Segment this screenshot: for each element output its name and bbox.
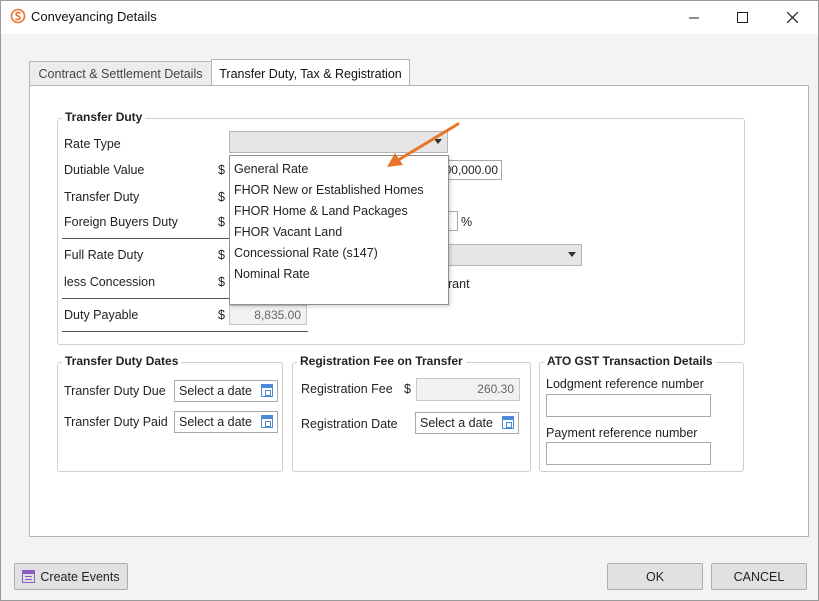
- full-rate-duty-label: Full Rate Duty: [64, 248, 144, 262]
- dialog-window: Conveyancing Details Contract & Settleme…: [0, 0, 819, 601]
- registration-date-label: Registration Date: [301, 417, 398, 431]
- transfer-duty-label: Transfer Duty: [64, 190, 140, 204]
- rate-option-fhor-home-land[interactable]: FHOR Home & Land Packages: [234, 204, 408, 218]
- foreign-buyers-duty-label: Foreign Buyers Duty: [64, 215, 178, 229]
- cancel-button[interactable]: CANCEL: [711, 563, 807, 590]
- close-icon: [786, 12, 798, 23]
- transfer-duty-dates-title: Transfer Duty Dates: [62, 354, 182, 368]
- minimize-button[interactable]: [671, 1, 717, 34]
- registration-fee-label: Registration Fee: [301, 382, 393, 396]
- transfer-duty-paid-label: Transfer Duty Paid: [64, 415, 168, 429]
- annotation-arrow: [387, 122, 460, 167]
- less-concession-label: less Concession: [64, 275, 156, 289]
- calendar-icon[interactable]: [502, 416, 514, 429]
- maximize-button[interactable]: [719, 1, 765, 34]
- transfer-duty-due-label: Transfer Duty Due: [64, 384, 166, 398]
- lodgment-reference-label: Lodgment reference number: [546, 377, 704, 391]
- title-bar: Conveyancing Details: [1, 1, 818, 34]
- less-concession-currency: $: [218, 275, 225, 289]
- minimize-icon: [689, 17, 699, 18]
- duty-payable-field: 8,835.00: [229, 305, 307, 325]
- date-placeholder: Select a date: [179, 384, 252, 398]
- transfer-duty-paid-date[interactable]: Select a date: [174, 411, 278, 433]
- rate-option-concessional[interactable]: Concessional Rate (s147): [234, 246, 378, 260]
- calendar-icon[interactable]: [261, 415, 273, 428]
- full-rate-duty-currency: $: [218, 248, 225, 262]
- rate-option-general[interactable]: General Rate: [234, 162, 308, 176]
- concession-type-select[interactable]: [440, 244, 582, 266]
- lodgment-reference-input[interactable]: [546, 394, 711, 417]
- chevron-down-icon: [568, 252, 576, 257]
- grant-label: rant: [448, 277, 470, 291]
- date-placeholder: Select a date: [420, 416, 493, 430]
- payment-reference-input[interactable]: [546, 442, 711, 465]
- close-button[interactable]: [769, 1, 815, 34]
- percent-symbol: %: [461, 215, 473, 229]
- foreign-buyers-duty-currency: $: [218, 215, 225, 229]
- transfer-duty-due-date[interactable]: Select a date: [174, 380, 278, 402]
- ato-gst-title: ATO GST Transaction Details: [544, 354, 716, 368]
- app-logo-icon: [10, 8, 26, 24]
- date-placeholder: Select a date: [179, 415, 252, 429]
- dutiable-value-currency: $: [218, 163, 225, 177]
- rate-option-fhor-vacant-land[interactable]: FHOR Vacant Land: [234, 225, 342, 239]
- window-title: Conveyancing Details: [31, 9, 157, 24]
- rate-type-label: Rate Type: [64, 137, 121, 151]
- ok-button[interactable]: OK: [607, 563, 703, 590]
- rate-option-fhor-new-established[interactable]: FHOR New or Established Homes: [234, 183, 424, 197]
- payment-reference-label: Payment reference number: [546, 426, 698, 440]
- tab-transfer-duty-tax-registration[interactable]: Transfer Duty, Tax & Registration: [211, 59, 410, 87]
- calendar-icon[interactable]: [261, 384, 273, 397]
- rate-option-nominal[interactable]: Nominal Rate: [234, 267, 310, 281]
- registration-fee-title: Registration Fee on Transfer: [297, 354, 466, 368]
- maximize-icon: [736, 12, 748, 23]
- registration-date[interactable]: Select a date: [415, 412, 519, 434]
- rate-type-dropdown-list: General Rate FHOR New or Established Hom…: [229, 155, 449, 305]
- calendar-icon: [22, 570, 36, 583]
- transfer-duty-currency: $: [218, 190, 225, 204]
- transfer-duty-title: Transfer Duty: [62, 110, 146, 124]
- create-events-label: Create Events: [40, 569, 120, 584]
- duty-payable-label: Duty Payable: [64, 308, 139, 322]
- tab-contract-settlement[interactable]: Contract & Settlement Details: [29, 61, 212, 86]
- registration-fee-field: 260.30: [416, 378, 520, 401]
- registration-fee-currency: $: [404, 382, 411, 396]
- divider-line: [62, 331, 308, 332]
- create-events-button[interactable]: Create Events: [14, 563, 128, 590]
- dutiable-value-label: Dutiable Value: [64, 163, 145, 177]
- duty-payable-currency: $: [218, 308, 225, 322]
